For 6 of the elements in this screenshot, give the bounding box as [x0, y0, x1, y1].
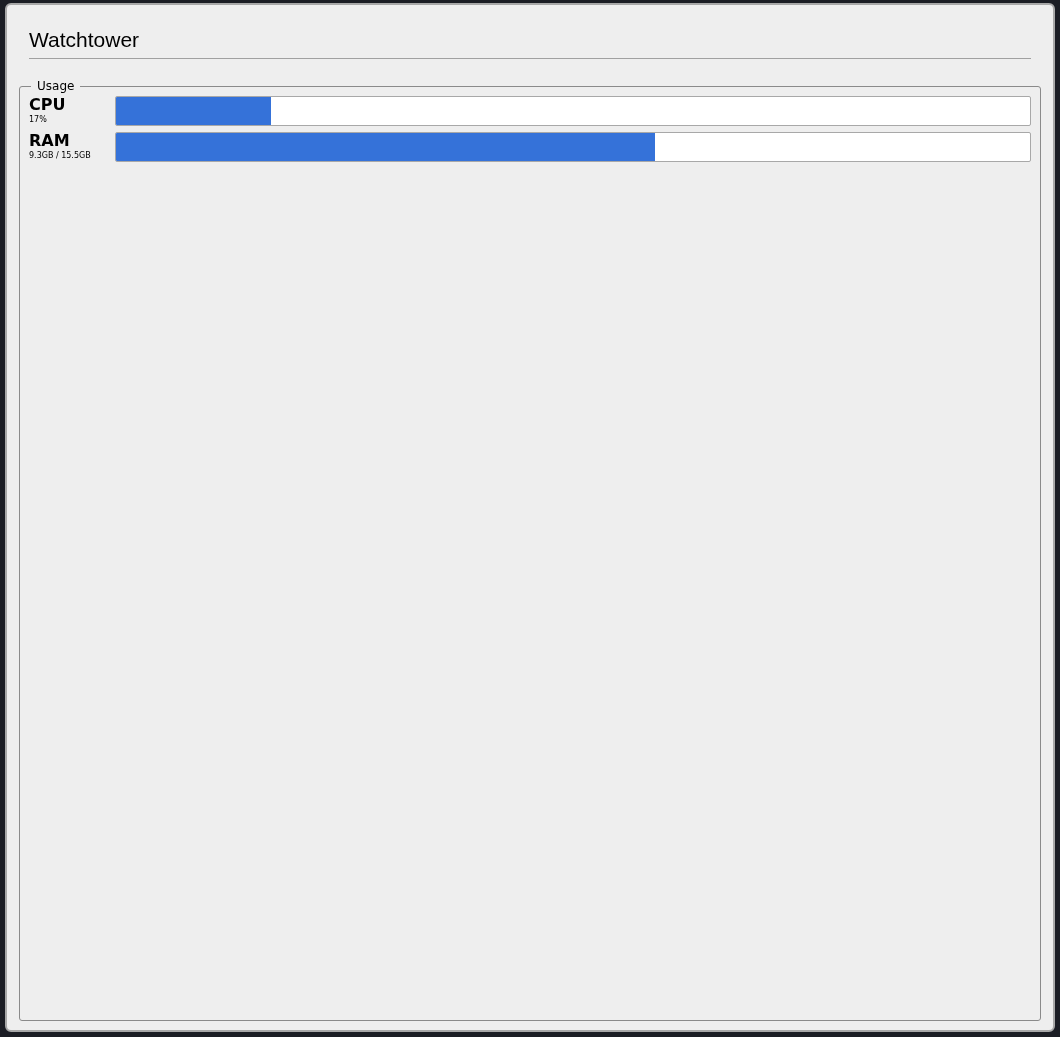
meter-reading: 17% [29, 114, 48, 126]
meter-label: RAM [29, 132, 71, 150]
meter-reading: 9.3GB / 15.5GB [29, 150, 92, 162]
meter-label: CPU [29, 96, 67, 114]
group-title: Usage [31, 78, 81, 94]
window-title: Watchtower [29, 27, 141, 53]
